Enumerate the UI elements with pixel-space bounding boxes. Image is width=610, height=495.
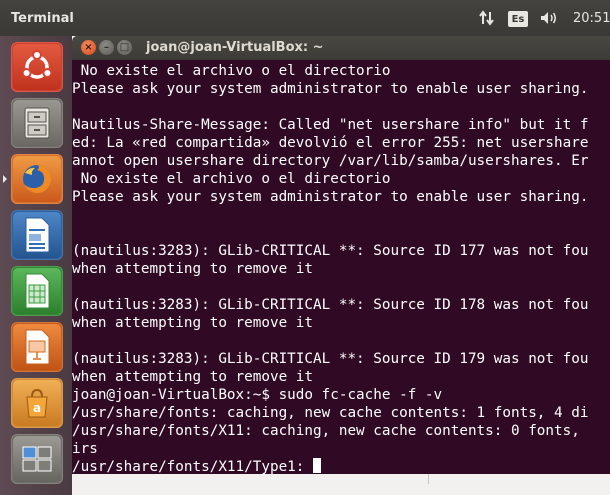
panel-clock[interactable]: 20:51 bbox=[573, 11, 610, 26]
terminal-line: when attempting to remove it bbox=[72, 315, 314, 331]
terminal-cursor bbox=[313, 458, 322, 473]
running-indicator bbox=[3, 175, 7, 183]
impress-presentation-icon bbox=[25, 329, 50, 365]
terminal-line: when attempting to remove it bbox=[72, 261, 314, 277]
launcher: a bbox=[0, 36, 72, 495]
terminal-line: irs bbox=[72, 441, 98, 457]
window-close-button[interactable]: × bbox=[81, 40, 96, 55]
launcher-item-files[interactable] bbox=[11, 98, 63, 148]
launcher-item-workspaces[interactable] bbox=[11, 434, 63, 484]
terminal-line: No existe el archivo o el directorio bbox=[72, 171, 391, 187]
launcher-item-writer[interactable] bbox=[11, 210, 63, 260]
terminal-line: /usr/share/fonts/X11/Type1: bbox=[72, 458, 588, 474]
launcher-item-calc[interactable] bbox=[11, 266, 63, 316]
file-cabinet-icon bbox=[24, 107, 50, 139]
top-panel: Terminal Es 20:51 bbox=[0, 0, 610, 36]
launcher-item-software-center[interactable]: a bbox=[11, 378, 63, 428]
launcher-item-impress[interactable] bbox=[11, 322, 63, 372]
launcher-item-firefox[interactable] bbox=[11, 154, 63, 204]
software-center-icon: a bbox=[26, 388, 48, 418]
window-minimize-button[interactable]: – bbox=[99, 40, 114, 55]
terminal-line: /usr/share/fonts: caching, new cache con… bbox=[72, 405, 589, 421]
terminal-line: Please ask your system administrator to … bbox=[72, 189, 589, 205]
launcher-item-dash[interactable] bbox=[11, 42, 63, 92]
writer-document-icon bbox=[25, 217, 50, 253]
divider bbox=[428, 474, 429, 484]
window-maximize-button[interactable]: □ bbox=[117, 40, 132, 55]
ubuntu-logo-icon bbox=[21, 50, 53, 79]
calc-spreadsheet-icon bbox=[25, 273, 50, 309]
network-updown-icon[interactable] bbox=[476, 8, 498, 28]
terminal-line: joan@joan-VirtualBox:~$ sudo fc-cache -f… bbox=[72, 387, 443, 403]
keyboard-language-indicator[interactable]: Es bbox=[508, 11, 528, 27]
desktop-background bbox=[72, 474, 610, 495]
terminal-line: (nautilus:3283): GLib-CRITICAL **: Sourc… bbox=[72, 351, 589, 367]
terminal-line: annot open usershare directory /var/lib/… bbox=[72, 153, 589, 169]
terminal-line: No existe el archivo o el directorio bbox=[72, 63, 391, 79]
terminal-line: when attempting to remove it bbox=[72, 369, 314, 385]
workspace-icon bbox=[22, 446, 52, 472]
terminal-line: ed: La «red compartida» devolvió el erro… bbox=[72, 135, 589, 151]
panel-app-title: Terminal bbox=[11, 11, 74, 26]
volume-icon[interactable] bbox=[538, 8, 560, 28]
window-title: joan@joan-VirtualBox: ~ bbox=[146, 40, 324, 55]
svg-text:a: a bbox=[33, 401, 41, 415]
terminal-line: (nautilus:3283): GLib-CRITICAL **: Sourc… bbox=[72, 243, 589, 259]
terminal-line: Nautilus-Share-Message: Called "net user… bbox=[72, 117, 589, 133]
window-titlebar[interactable]: × – □ joan@joan-VirtualBox: ~ bbox=[72, 36, 610, 60]
firefox-icon bbox=[23, 164, 52, 193]
terminal-line: /usr/share/fonts/X11: caching, new cache… bbox=[72, 423, 589, 439]
terminal-text: No existe el archivo o el directorio Plea… bbox=[72, 62, 588, 474]
terminal-output[interactable]: No existe el archivo o el directorio Plea… bbox=[72, 60, 610, 474]
terminal-line: Please ask your system administrator to … bbox=[72, 81, 589, 97]
terminal-line: (nautilus:3283): GLib-CRITICAL **: Sourc… bbox=[72, 297, 589, 313]
